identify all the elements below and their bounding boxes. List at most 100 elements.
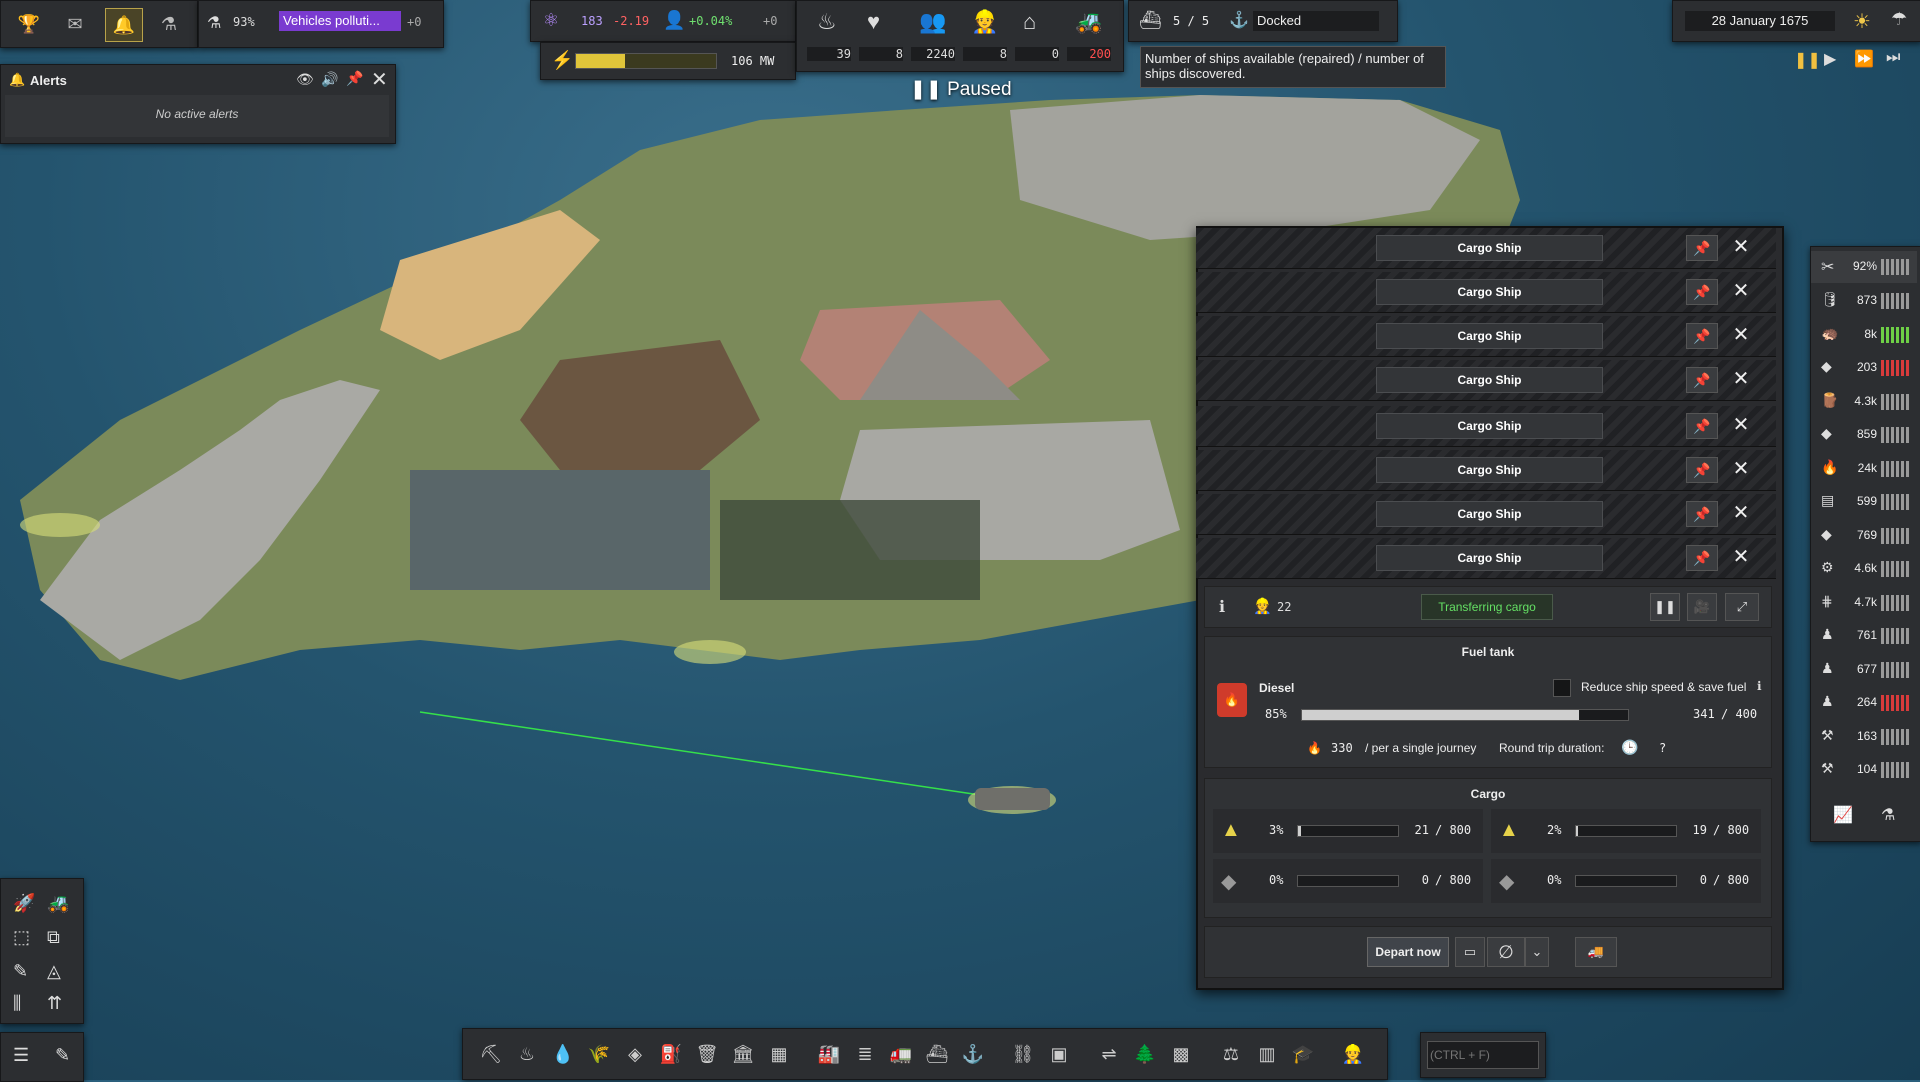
- workers-icon[interactable]: 👷: [971, 9, 998, 35]
- route-button[interactable]: ⤢: [1725, 593, 1759, 621]
- flask-icon[interactable]: ⚗: [151, 8, 187, 40]
- housing-icon[interactable]: ⌂: [1023, 9, 1036, 35]
- resource-row[interactable]: ⚒ 104: [1811, 754, 1917, 786]
- resource-row[interactable]: ◆ 859: [1811, 419, 1917, 451]
- mortar-icon[interactable]: ⚗: [1881, 805, 1895, 825]
- fire-icon[interactable]: ♨: [509, 1034, 545, 1074]
- resource-row[interactable]: 🦔 8k: [1811, 319, 1917, 351]
- vehicle-icon[interactable]: 🚛: [883, 1034, 919, 1074]
- reduce-speed-checkbox[interactable]: [1553, 679, 1571, 697]
- mail-icon[interactable]: ✉: [57, 8, 93, 40]
- close-icon[interactable]: ✕: [1726, 323, 1756, 347]
- population-icon[interactable]: 👥: [919, 9, 946, 35]
- transport-icon[interactable]: ⇌: [1091, 1034, 1127, 1074]
- research-status[interactable]: ⚗ 93% Vehicles polluti... +0: [198, 0, 444, 48]
- bell-icon[interactable]: 🔔: [105, 8, 143, 42]
- resource-row[interactable]: 🪵 4.3k: [1811, 386, 1917, 418]
- resource-row[interactable]: ⚙ 4.6k: [1811, 553, 1917, 585]
- ship-name[interactable]: Cargo Ship: [1376, 367, 1603, 393]
- storage-icon[interactable]: ▦: [761, 1034, 797, 1074]
- weather-icon[interactable]: ☂: [1891, 9, 1907, 30]
- factory-icon[interactable]: 🏭: [811, 1034, 847, 1074]
- resource-row[interactable]: ♟ 677: [1811, 654, 1917, 686]
- close-icon[interactable]: ✕: [1726, 279, 1756, 303]
- water-icon[interactable]: 💧: [545, 1034, 581, 1074]
- pause-button[interactable]: ❚❚: [1794, 50, 1821, 70]
- worker-icon[interactable]: 👷: [1335, 1034, 1371, 1074]
- ship-name[interactable]: Cargo Ship: [1376, 545, 1603, 571]
- pin-icon[interactable]: 📌: [1686, 279, 1718, 305]
- search-input[interactable]: [1427, 1041, 1539, 1069]
- pin-icon[interactable]: 📌: [346, 70, 363, 87]
- truck-icon[interactable]: 🚚: [1575, 937, 1617, 967]
- tank-icon[interactable]: ⛽: [653, 1034, 689, 1074]
- close-icon[interactable]: ✕: [371, 67, 388, 92]
- trash-icon[interactable]: 🗑: [689, 1034, 725, 1074]
- food-icon[interactable]: ♨: [817, 9, 837, 35]
- mining-icon[interactable]: ⛏: [473, 1034, 509, 1074]
- rocket-icon[interactable]: 🚀: [13, 893, 35, 914]
- fast-forward-button[interactable]: ⏩: [1854, 49, 1874, 69]
- ship-build-icon[interactable]: ⛴: [919, 1034, 955, 1074]
- power-bar[interactable]: ⚡ 106 MW: [540, 42, 796, 80]
- close-icon[interactable]: ✕: [1726, 367, 1756, 391]
- chevron-down-icon[interactable]: ⌄: [1525, 937, 1549, 967]
- eyedropper-icon[interactable]: ✎: [13, 961, 28, 982]
- monitor-icon[interactable]: ▣: [1041, 1034, 1077, 1074]
- pause-ship-button[interactable]: ❚❚: [1650, 593, 1680, 621]
- pin-icon[interactable]: 📌: [1686, 323, 1718, 349]
- ship-name[interactable]: Cargo Ship: [1376, 279, 1603, 305]
- info-icon[interactable]: ℹ: [1219, 597, 1225, 617]
- diamond-icon[interactable]: ◈: [617, 1034, 653, 1074]
- no-filter-icon[interactable]: ∅: [1487, 937, 1525, 967]
- ship-name[interactable]: Cargo Ship: [1376, 457, 1603, 483]
- dock-icon[interactable]: ⚓: [955, 1034, 991, 1074]
- pin-icon[interactable]: 📌: [1686, 457, 1718, 483]
- education-icon[interactable]: 🎓: [1285, 1034, 1321, 1074]
- maintenance-row[interactable]: ✂ 92%: [1811, 251, 1917, 283]
- cargo-slot[interactable]: ▲ 3% 21 / 800: [1213, 809, 1483, 853]
- cargo-slot[interactable]: ◆ 0% 0 / 800: [1213, 859, 1483, 903]
- resource-row[interactable]: 🛢 873: [1811, 285, 1917, 317]
- schedule-button[interactable]: ▭: [1455, 937, 1485, 967]
- trophy-icon[interactable]: 🏆: [11, 8, 47, 40]
- ship-name[interactable]: Cargo Ship: [1376, 323, 1603, 349]
- pin-icon[interactable]: 📌: [1686, 501, 1718, 527]
- resource-row[interactable]: ◆ 769: [1811, 520, 1917, 552]
- select-icon[interactable]: ⬚: [13, 927, 30, 948]
- grid-icon[interactable]: ▩: [1163, 1034, 1199, 1074]
- conveyor-icon[interactable]: ≣: [847, 1034, 883, 1074]
- health-icon[interactable]: ♥: [867, 9, 880, 35]
- pin-icon[interactable]: 📌: [1686, 367, 1718, 393]
- resource-row[interactable]: ♟ 264: [1811, 687, 1917, 719]
- ship-name[interactable]: Cargo Ship: [1376, 501, 1603, 527]
- copy-icon[interactable]: ⧉: [47, 927, 60, 948]
- camera-button[interactable]: 🎥: [1687, 593, 1717, 621]
- upgrade-icon[interactable]: ⇈: [47, 993, 62, 1014]
- building-icon[interactable]: 🏛: [725, 1034, 761, 1074]
- level-icon[interactable]: ⫼: [13, 993, 21, 1014]
- resource-row[interactable]: ⚒ 163: [1811, 721, 1917, 753]
- chart-build-icon[interactable]: ▥: [1249, 1034, 1285, 1074]
- close-icon[interactable]: ✕: [1726, 235, 1756, 259]
- ships-status[interactable]: ⛴ 5 / 5 ⚓ Docked: [1128, 0, 1398, 42]
- pin-icon[interactable]: 📌: [1686, 545, 1718, 571]
- eye-icon[interactable]: 👁: [296, 71, 314, 88]
- info-small-icon[interactable]: ℹ: [1757, 679, 1762, 693]
- cargo-slot[interactable]: ◆ 0% 0 / 800: [1491, 859, 1761, 903]
- trees-icon[interactable]: 🌲: [1127, 1034, 1163, 1074]
- resource-row[interactable]: ▤ 599: [1811, 486, 1917, 518]
- layers-icon[interactable]: ☰: [13, 1045, 29, 1066]
- cargo-slot[interactable]: ▲ 2% 19 / 800: [1491, 809, 1761, 853]
- close-icon[interactable]: ✕: [1726, 545, 1756, 569]
- close-icon[interactable]: ✕: [1726, 457, 1756, 481]
- farm-icon[interactable]: 🌾: [581, 1034, 617, 1074]
- close-icon[interactable]: ✕: [1726, 501, 1756, 525]
- play-button[interactable]: ▶: [1824, 49, 1836, 69]
- resource-row[interactable]: ♟ 761: [1811, 620, 1917, 652]
- balance-icon[interactable]: ⚖: [1213, 1034, 1249, 1074]
- rail-icon[interactable]: ⛓: [1005, 1034, 1041, 1074]
- pin-icon[interactable]: 📌: [1686, 413, 1718, 439]
- vehicles-icon[interactable]: 🚜: [1075, 9, 1102, 35]
- chart-icon[interactable]: 📈: [1833, 805, 1853, 825]
